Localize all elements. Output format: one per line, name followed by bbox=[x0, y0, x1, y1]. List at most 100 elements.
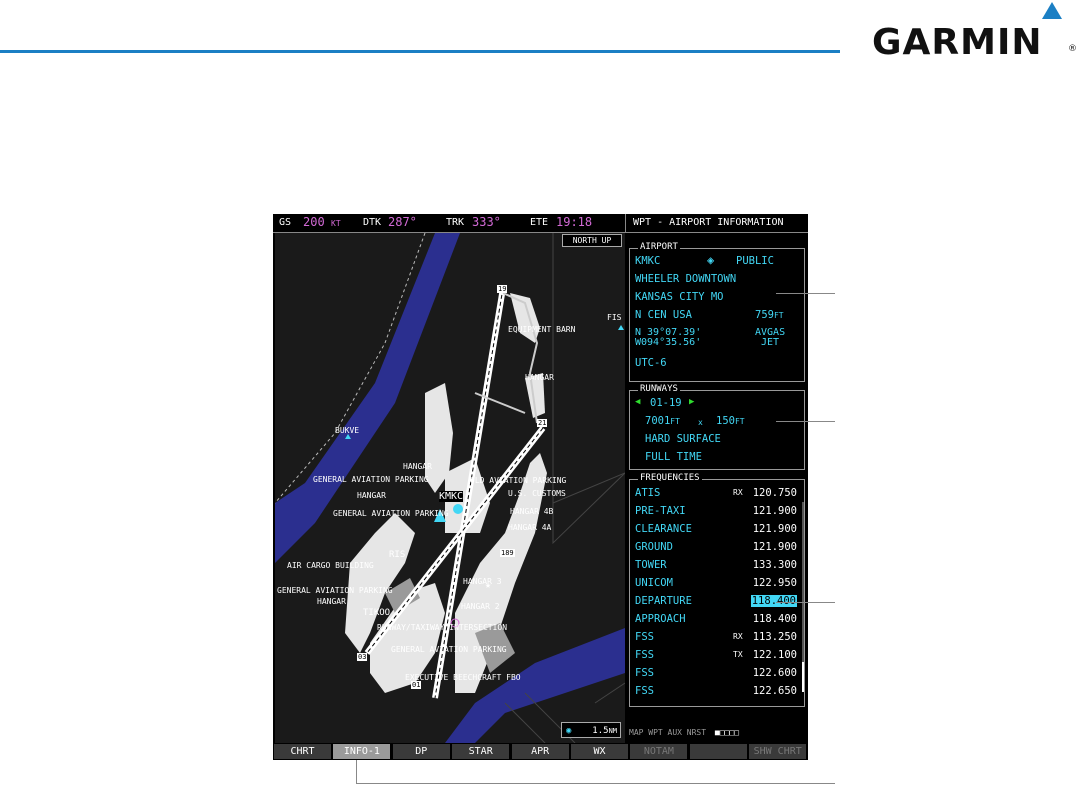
runways-box: RUNWAYS ◀ 01-19 ▶ 7001FT x 150FT HARD SU… bbox=[629, 384, 805, 470]
softkey-star[interactable]: STAR bbox=[452, 744, 510, 759]
gs-label: GS bbox=[279, 217, 292, 228]
runway-hours: FULL TIME bbox=[645, 451, 702, 463]
runway-prev-arrow-icon[interactable]: ◀ bbox=[635, 397, 640, 407]
runway-end-03-label: 03 bbox=[357, 653, 368, 661]
map-label-kmkc[interactable]: KMKC bbox=[439, 491, 464, 502]
map-label-us-customs: U.S. CUSTOMS bbox=[508, 489, 566, 498]
runways-box-title: RUNWAYS bbox=[638, 384, 680, 394]
runway-length: 7001FT bbox=[645, 415, 680, 427]
runway-surface: HARD SURFACE bbox=[645, 433, 721, 445]
frequency-name: FSS bbox=[635, 649, 654, 661]
frequency-name: FSS bbox=[635, 685, 654, 697]
map-label-old-aviation-parking: OLD AVIATION PARKING bbox=[470, 476, 567, 485]
softkey-info-1[interactable]: INFO-1 bbox=[333, 744, 391, 759]
callout-line-runways bbox=[776, 421, 835, 422]
map-label-fis: FIS bbox=[607, 313, 622, 322]
frequency-name: PRE-TAXI bbox=[635, 505, 686, 517]
gs-unit: KT bbox=[331, 219, 341, 228]
softkey-shw-chrt[interactable]: SHW CHRT bbox=[749, 744, 807, 759]
trk-value: 333° bbox=[472, 215, 501, 229]
frequency-row[interactable]: FSS TX 122.100 bbox=[635, 649, 797, 667]
frequency-row[interactable]: CLEARANCE 121.900 bbox=[635, 523, 797, 541]
elevation-value: 759 bbox=[755, 309, 774, 321]
airport-longitude: W094°35.56' bbox=[635, 337, 702, 348]
callout-line-frequencies bbox=[776, 602, 835, 603]
airport-ident[interactable]: KMKC bbox=[635, 255, 660, 267]
north-up-toggle[interactable]: NORTH UP bbox=[562, 234, 622, 247]
frequency-value[interactable]: 120.750 bbox=[753, 487, 797, 499]
frequency-scroll-thumb[interactable] bbox=[802, 662, 804, 692]
softkey-notam[interactable]: NOTAM bbox=[630, 744, 688, 759]
airport-map[interactable]: ★ NORTH UP EQUIPMENT BARN FIS HANGAR BUK… bbox=[275, 233, 625, 743]
map-label-hangar-mid: HANGAR bbox=[403, 462, 432, 471]
map-label-hangar-left: HANGAR bbox=[357, 491, 386, 500]
runway-id[interactable]: 01-19 bbox=[650, 397, 682, 409]
runway-end-01-label: 01 bbox=[411, 681, 422, 689]
map-label-ga-parking-3: GENERAL AVIATION PARKING bbox=[277, 586, 393, 595]
map-label-bukve: BUKVE bbox=[335, 426, 360, 435]
map-range-indicator[interactable]: ◉ 1.5NM bbox=[561, 722, 621, 738]
airport-utc: UTC-6 bbox=[635, 357, 667, 369]
frequency-name: FSS bbox=[635, 667, 654, 679]
map-label-hangar-4a: HANGAR 4A bbox=[508, 523, 552, 532]
frequency-rx-tx: RX bbox=[733, 488, 743, 497]
frequency-name: DEPARTURE bbox=[635, 595, 692, 607]
airport-box: AIRPORT KMKC ◈ PUBLIC WHEELER DOWNTOWN K… bbox=[629, 242, 805, 382]
gs-value: 200 bbox=[303, 215, 325, 229]
callout-line-airport bbox=[776, 293, 835, 294]
airport-elevation: 759FT bbox=[755, 309, 784, 321]
softkey-apr[interactable]: APR bbox=[511, 744, 569, 759]
map-range-value: 1.5 bbox=[592, 726, 609, 736]
frequency-value[interactable]: 118.400 bbox=[750, 595, 797, 607]
softkey-dp[interactable]: DP bbox=[392, 744, 450, 759]
dtk-value: 287° bbox=[388, 215, 417, 229]
map-label-tikoo: TIKOO bbox=[363, 608, 391, 618]
runway-end-19-label: 19 bbox=[497, 285, 508, 293]
frequency-value[interactable]: 122.950 bbox=[753, 577, 797, 589]
runway-length-unit: FT bbox=[670, 417, 680, 426]
ete-value: 19:18 bbox=[556, 215, 593, 229]
frequency-row[interactable]: TOWER 133.300 bbox=[635, 559, 797, 577]
frequency-value[interactable]: 121.900 bbox=[753, 523, 797, 535]
frequency-name: CLEARANCE bbox=[635, 523, 692, 535]
frequency-row[interactable]: PRE-TAXI 121.900 bbox=[635, 505, 797, 523]
map-label-hangar-low: HANGAR bbox=[317, 597, 346, 606]
frequency-value[interactable]: 121.900 bbox=[753, 541, 797, 553]
runway-width: 150FT bbox=[716, 415, 745, 427]
frequencies-box-title: FREQUENCIES bbox=[638, 473, 702, 483]
frequency-row[interactable]: APPROACH 118.400 bbox=[635, 613, 797, 631]
airport-map-graphic: ★ bbox=[275, 233, 625, 743]
softkey-wx[interactable]: WX bbox=[571, 744, 628, 759]
marker-189-label: 189 bbox=[500, 549, 515, 557]
frequency-value[interactable]: 122.100 bbox=[753, 649, 797, 661]
map-label-hangar-2: HANGAR 2 bbox=[461, 602, 500, 611]
frequency-row[interactable]: FSS RX 113.250 bbox=[635, 631, 797, 649]
frequency-row[interactable]: FSS 122.600 bbox=[635, 667, 797, 685]
garmin-logo: GARMIN bbox=[872, 22, 1043, 63]
frequency-value[interactable]: 113.250 bbox=[753, 631, 797, 643]
header-rule bbox=[0, 50, 840, 53]
frequency-value[interactable]: 122.600 bbox=[753, 667, 797, 679]
frequency-value[interactable]: 118.400 bbox=[753, 613, 797, 625]
callout-line-info-softkey bbox=[356, 783, 835, 784]
frequency-name: APPROACH bbox=[635, 613, 686, 625]
navigation-data-bar: GS 200 KT DTK 287° TRK 333° ETE 19:18 WP… bbox=[273, 214, 808, 233]
frequency-row[interactable]: FSS 122.650 bbox=[635, 685, 797, 703]
frequency-row[interactable]: ATIS RX 120.750 bbox=[635, 487, 797, 505]
frequency-value[interactable]: 121.900 bbox=[753, 505, 797, 517]
softkey-chrt[interactable]: CHRT bbox=[274, 744, 331, 759]
runway-length-value: 7001 bbox=[645, 415, 671, 427]
frequency-row[interactable]: GROUND 121.900 bbox=[635, 541, 797, 559]
frequency-value[interactable]: 133.300 bbox=[753, 559, 797, 571]
runway-end-21-label: 21 bbox=[537, 419, 548, 427]
airport-city: KANSAS CITY MO bbox=[635, 291, 724, 303]
map-label-ga-parking-2: GENERAL AVIATION PARKING bbox=[333, 509, 449, 518]
frequency-scrollbar[interactable] bbox=[802, 502, 804, 692]
header-divider bbox=[625, 214, 626, 232]
frequency-value[interactable]: 122.650 bbox=[753, 685, 797, 697]
softkey-blank[interactable] bbox=[689, 744, 747, 759]
frequency-row[interactable]: UNICOM 122.950 bbox=[635, 577, 797, 595]
runway-next-arrow-icon[interactable]: ▶ bbox=[689, 397, 694, 407]
page-group-label: MAP WPT AUX NRST bbox=[629, 728, 707, 737]
frequency-row[interactable]: DEPARTURE 118.400 bbox=[635, 595, 797, 613]
